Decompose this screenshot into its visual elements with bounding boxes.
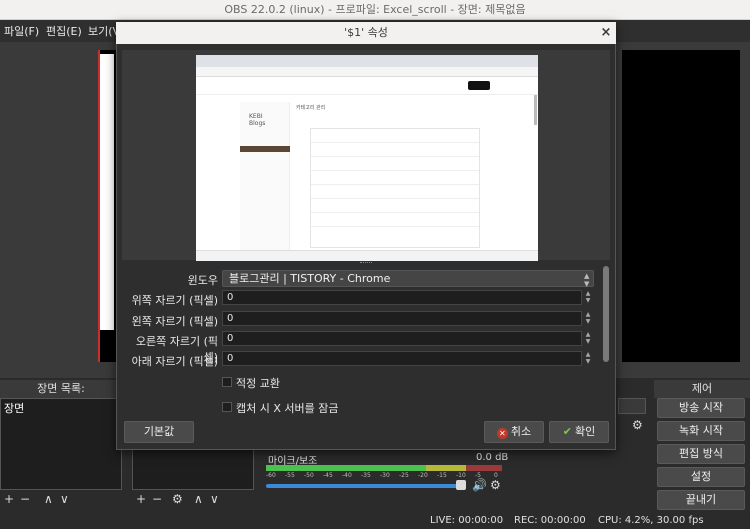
chevron-updown-icon: ▲ ▼ xyxy=(584,272,590,288)
settings-button[interactable]: 설정 xyxy=(657,467,745,487)
captured-tab-strip xyxy=(196,55,538,67)
status-bar: LIVE: 00:00:00 REC: 00:00:00 CPU: 4.2%, … xyxy=(0,513,750,529)
meter-tick: -45 xyxy=(323,472,333,479)
menu-edit[interactable]: 편집(E) xyxy=(46,23,82,39)
move-down-icon[interactable]: ∨ xyxy=(210,492,219,506)
menu-file[interactable]: 파일(F) xyxy=(4,23,39,39)
captured-scrollbar xyxy=(534,95,537,125)
crop-left-spinner[interactable]: ▲ ▼ xyxy=(582,311,594,326)
meter-tick: -25 xyxy=(399,472,409,479)
remove-icon[interactable]: − xyxy=(152,492,162,506)
move-up-icon[interactable]: ∧ xyxy=(194,492,203,506)
add-icon[interactable]: + xyxy=(4,492,14,506)
ok-button-label: 확인 xyxy=(574,425,596,438)
scene-toolbar: + − ∧ ∨ xyxy=(0,492,122,508)
ok-button[interactable]: ✔ 확인 xyxy=(549,421,609,443)
close-icon[interactable]: × xyxy=(598,24,614,42)
captured-row xyxy=(311,198,479,199)
cancel-icon: ✕ xyxy=(496,428,508,439)
meter-tick: -60 xyxy=(266,472,276,479)
crop-top-label: 위쪽 자르기 (픽셀) xyxy=(131,294,218,307)
defaults-button[interactable]: 기본값 xyxy=(124,421,194,443)
captured-row xyxy=(311,212,479,213)
check-icon: ✔ xyxy=(562,425,572,438)
window-label: 윈도우 xyxy=(187,274,218,287)
crop-left-field[interactable]: 0 xyxy=(222,311,582,326)
volume-meter-red xyxy=(466,465,502,471)
crop-bottom-spinner[interactable]: ▲ ▼ xyxy=(582,351,594,366)
speaker-icon[interactable]: 🔊 xyxy=(472,478,487,492)
captured-address-bar xyxy=(196,67,538,77)
captured-row xyxy=(311,142,479,143)
gear-icon[interactable]: ⚙ xyxy=(490,478,501,492)
properties-scrollbar[interactable] xyxy=(603,266,609,362)
meter-tick: -50 xyxy=(304,472,314,479)
meter-tick: -40 xyxy=(342,472,352,479)
move-up-icon[interactable]: ∧ xyxy=(44,492,53,506)
add-icon[interactable]: + xyxy=(136,492,146,506)
preview-canvas-area xyxy=(622,50,740,362)
volume-meter-green xyxy=(266,465,426,471)
volume-slider[interactable] xyxy=(266,484,466,488)
crop-right-spinner[interactable]: ▲ ▼ xyxy=(582,331,594,346)
crop-bottom-field[interactable]: 0 xyxy=(222,351,582,366)
move-down-icon[interactable]: ∨ xyxy=(60,492,69,506)
controls-header: 제어 xyxy=(654,380,750,398)
meter-tick: -30 xyxy=(380,472,390,479)
captured-row xyxy=(311,184,479,185)
captured-row xyxy=(311,226,479,227)
meter-tick: -55 xyxy=(285,472,295,479)
crop-top-spinner[interactable]: ▲ ▼ xyxy=(582,290,594,305)
window-select[interactable]: 블로그관리 | TISTORY - Chrome xyxy=(222,270,594,287)
cancel-button[interactable]: ✕ 취소 xyxy=(484,421,544,443)
meter-tick: -35 xyxy=(361,472,371,479)
preview-source-content xyxy=(100,54,114,330)
window-title: OBS 22.0.2 (linux) - 프로파일: Excel_scroll … xyxy=(0,0,750,20)
crop-bottom-label: 아래 자르기 (픽셀) xyxy=(131,355,218,368)
start-streaming-button[interactable]: 방송 시작 xyxy=(657,398,745,418)
crop-left-label: 왼쪽 자르기 (픽셀) xyxy=(131,315,218,328)
lock-x-server-checkbox[interactable] xyxy=(222,402,232,412)
volume-slider-handle[interactable] xyxy=(456,480,466,490)
transition-select[interactable] xyxy=(618,398,646,414)
cancel-button-label: 취소 xyxy=(510,425,532,438)
captured-heading: 카테고리 관리 xyxy=(296,105,326,111)
meter-ticks: -60 -55 -50 -45 -40 -35 -30 -25 -20 -15 … xyxy=(266,472,502,480)
source-toolbar: + − ⚙ ∧ ∨ xyxy=(134,492,254,508)
dialog-title: '$1' 속성 xyxy=(116,22,616,44)
meter-tick: -10 xyxy=(456,472,466,479)
live-status: LIVE: 00:00:00 xyxy=(430,515,504,526)
swap-label: 적정 교환 xyxy=(236,377,280,390)
captured-row xyxy=(311,156,479,157)
remove-icon[interactable]: − xyxy=(20,492,30,506)
start-recording-button[interactable]: 녹화 시작 xyxy=(657,421,745,441)
scene-item[interactable]: 장면 xyxy=(4,400,24,416)
studio-mode-button[interactable]: 편집 방식 xyxy=(657,444,745,464)
rec-status: REC: 00:00:00 xyxy=(514,515,586,526)
mixer-db-readout: 0.0 dB xyxy=(476,452,509,463)
captured-row xyxy=(311,170,479,171)
splitter-handle[interactable] xyxy=(360,262,372,264)
captured-footer-bar xyxy=(196,250,538,261)
meter-tick: -15 xyxy=(437,472,447,479)
crop-top-field[interactable]: 0 xyxy=(222,290,582,305)
captured-logo: KEBI Blogs xyxy=(249,113,266,127)
exit-button[interactable]: 끝내기 xyxy=(657,490,745,510)
captured-sidebar-selected xyxy=(240,146,290,152)
gear-icon[interactable]: ⚙ xyxy=(632,418,643,432)
captured-button xyxy=(468,81,490,90)
captured-category-panel xyxy=(310,128,480,248)
crop-right-field[interactable]: 0 xyxy=(222,331,582,346)
meter-tick: -20 xyxy=(418,472,428,479)
swap-checkbox[interactable] xyxy=(222,377,232,387)
scene-list-header: 장면 목록: xyxy=(0,380,122,398)
gear-icon[interactable]: ⚙ xyxy=(172,492,183,506)
lock-x-server-label: 캡처 시 X 서버를 잠금 xyxy=(236,402,339,415)
cpu-status: CPU: 4.2%, 30.00 fps xyxy=(598,515,704,526)
volume-meter-yellow xyxy=(426,465,466,471)
